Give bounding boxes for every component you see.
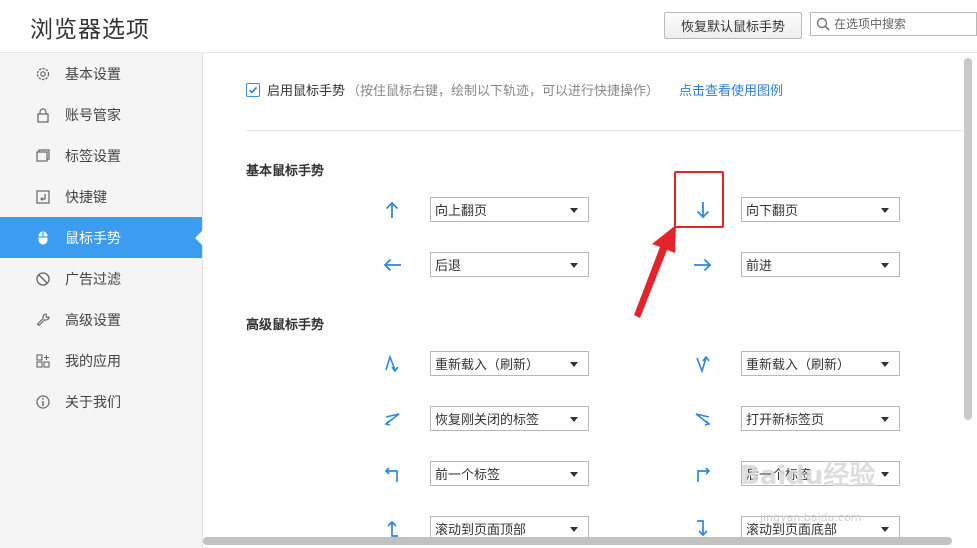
enable-gestures-checkbox[interactable] xyxy=(246,82,260,97)
sidebar-item-label: 鼠标手势 xyxy=(65,230,121,247)
watermark: Baidu经验 xyxy=(740,461,876,491)
arrow-right-icon xyxy=(691,253,715,277)
block-icon xyxy=(34,270,52,288)
gesture-rightleft-select[interactable]: 恢复刚关闭的标签 xyxy=(430,406,589,431)
gesture-downup-value: 重新载入（刷新） xyxy=(746,358,851,373)
gesture-upleft-select[interactable]: 前一个标签 xyxy=(430,461,589,486)
gesture-rightleft-value: 恢复刚关闭的标签 xyxy=(435,413,540,428)
dropdown-caret-icon xyxy=(570,417,578,422)
dropdown-caret-icon xyxy=(570,263,578,268)
sidebar-item-label: 高级设置 xyxy=(65,312,121,329)
gesture-up-left-icon xyxy=(380,462,404,486)
dropdown-caret-icon xyxy=(881,362,889,367)
divider xyxy=(246,130,968,131)
enable-gestures-hint: （按住鼠标右键，绘制以下轨迹，可以进行快捷操作） xyxy=(347,84,660,99)
sidebar-item-adblock[interactable]: 广告过滤 xyxy=(0,258,202,299)
sidebar-item-basic[interactable]: 基本设置 xyxy=(0,53,202,94)
horizontal-scrollbar[interactable] xyxy=(203,537,952,545)
sidebar: 基本设置 账号管家 标签设置 快捷键 鼠标手势 广告过滤 高级设置 我的应用 关… xyxy=(0,53,203,548)
sidebar-item-label: 账号管家 xyxy=(65,107,121,124)
gesture-right-value: 前进 xyxy=(746,259,773,274)
gesture-updown-value: 重新载入（刷新） xyxy=(435,358,540,373)
gesture-down-select[interactable]: 向下翻页 xyxy=(741,197,900,222)
info-icon xyxy=(34,393,52,411)
gesture-leftup-value: 滚动到页面顶部 xyxy=(435,523,527,538)
dropdown-caret-icon xyxy=(881,417,889,422)
gesture-upleft-value: 前一个标签 xyxy=(435,468,501,483)
sidebar-item-apps[interactable]: 我的应用 xyxy=(0,340,202,381)
dropdown-caret-icon xyxy=(570,472,578,477)
sidebar-item-mouse-gestures[interactable]: 鼠标手势 xyxy=(0,217,203,258)
sidebar-item-tabs[interactable]: 标签设置 xyxy=(0,135,202,176)
sidebar-item-account[interactable]: 账号管家 xyxy=(0,94,202,135)
sidebar-item-label: 快捷键 xyxy=(65,189,107,206)
dropdown-caret-icon xyxy=(881,208,889,213)
gesture-left-right-icon xyxy=(691,407,715,431)
apps-icon xyxy=(34,352,52,370)
sidebar-item-label: 我的应用 xyxy=(65,353,121,370)
gesture-leftright-select[interactable]: 打开新标签页 xyxy=(741,406,900,431)
search-icon xyxy=(816,17,830,31)
dropdown-caret-icon xyxy=(881,472,889,477)
dropdown-caret-icon xyxy=(881,527,889,532)
sidebar-item-label: 基本设置 xyxy=(65,66,121,83)
enable-gestures-row: 启用鼠标手势 （按住鼠标右键，绘制以下轨迹，可以进行快捷操作） 点击查看使用图例 xyxy=(246,80,783,99)
header-bar: 浏览器选项 恢复默认鼠标手势 xyxy=(0,0,977,53)
sidebar-item-label: 关于我们 xyxy=(65,394,121,411)
sidebar-item-label: 标签设置 xyxy=(65,148,121,165)
tabs-icon xyxy=(34,147,52,165)
arrow-left-icon xyxy=(380,253,404,277)
watermark-url: jingyan.baidu.com xyxy=(760,511,862,524)
arrow-up-icon xyxy=(380,198,404,222)
lock-icon xyxy=(34,106,52,124)
wrench-icon xyxy=(34,311,52,329)
gesture-up-select[interactable]: 向上翻页 xyxy=(430,197,589,222)
gesture-right-select[interactable]: 前进 xyxy=(741,252,900,277)
sidebar-item-about[interactable]: 关于我们 xyxy=(0,381,202,422)
gesture-left-value: 后退 xyxy=(435,259,462,274)
gesture-down-up-icon xyxy=(691,352,715,376)
dropdown-caret-icon xyxy=(570,362,578,367)
gesture-downup-select[interactable]: 重新载入（刷新） xyxy=(741,351,900,376)
sidebar-item-advanced[interactable]: 高级设置 xyxy=(0,299,202,340)
dropdown-caret-icon xyxy=(881,263,889,268)
mouse-icon xyxy=(34,229,52,247)
gesture-up-value: 向上翻页 xyxy=(435,204,488,219)
view-demo-link[interactable]: 点击查看使用图例 xyxy=(679,80,783,99)
gesture-up-right-icon xyxy=(691,462,715,486)
vertical-scrollbar[interactable] xyxy=(964,58,972,420)
gesture-updown-select[interactable]: 重新载入（刷新） xyxy=(430,351,589,376)
dropdown-caret-icon xyxy=(570,527,578,532)
enable-gestures-label: 启用鼠标手势 xyxy=(267,84,346,99)
reset-gestures-button[interactable]: 恢复默认鼠标手势 xyxy=(664,12,802,39)
sidebar-item-label: 广告过滤 xyxy=(65,271,121,288)
basic-gestures-title: 基本鼠标手势 xyxy=(246,164,325,179)
advanced-gestures-title: 高级鼠标手势 xyxy=(246,318,325,333)
sidebar-item-shortcuts[interactable]: 快捷键 xyxy=(0,176,202,217)
search-input[interactable] xyxy=(834,17,974,31)
gesture-right-left-icon xyxy=(380,407,404,431)
keyboard-icon xyxy=(34,188,52,206)
page-title: 浏览器选项 xyxy=(30,17,150,43)
checkmark-icon xyxy=(248,86,258,94)
annotation-arrow xyxy=(634,225,676,318)
search-box[interactable] xyxy=(810,12,977,36)
gesture-down-value: 向下翻页 xyxy=(746,204,799,219)
gesture-left-select[interactable]: 后退 xyxy=(430,252,589,277)
gesture-leftright-value: 打开新标签页 xyxy=(746,413,825,428)
dropdown-caret-icon xyxy=(570,208,578,213)
gesture-up-down-icon xyxy=(380,352,404,376)
gear-icon xyxy=(34,65,52,83)
